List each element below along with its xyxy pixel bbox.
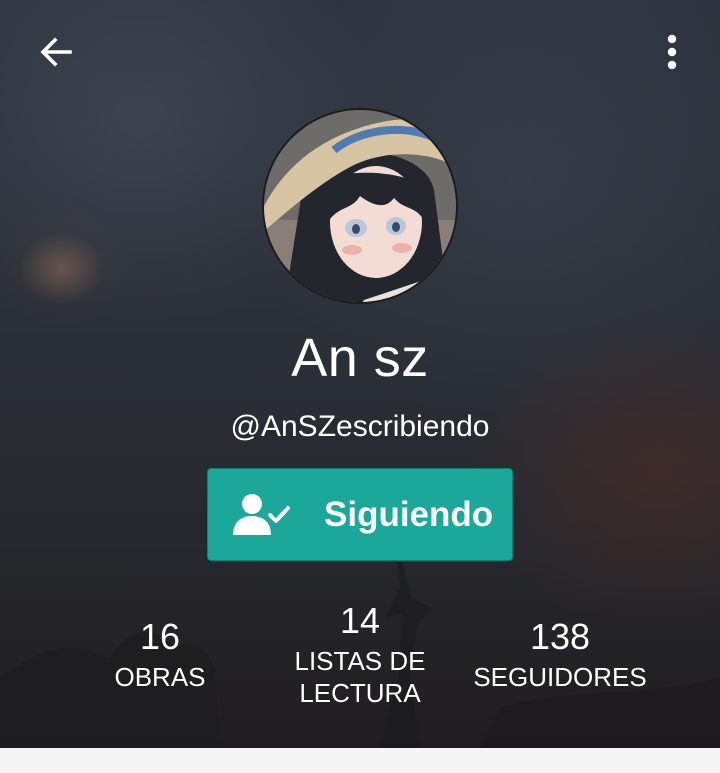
stat-followers[interactable]: 138 SEGUIDORES — [450, 617, 670, 693]
profile-avatar[interactable] — [262, 108, 458, 304]
arrow-left-icon — [40, 37, 72, 67]
stat-works-count: 16 — [139, 616, 181, 657]
following-button-label: Siguiendo — [324, 495, 494, 534]
avatar-image — [264, 110, 456, 302]
stat-works[interactable]: 16 OBRAS — [50, 617, 270, 693]
stat-reading-lists[interactable]: 14 LISTAS DE LECTURA — [250, 601, 470, 709]
stat-reading-lists-count: 14 — [339, 600, 381, 641]
user-check-icon — [233, 494, 290, 535]
profile-header: An sz @AnSZescribiendo Siguiendo 16 OBRA… — [0, 0, 720, 748]
stat-works-label: OBRAS — [114, 662, 206, 692]
profile-username: @AnSZescribiendo — [230, 410, 490, 443]
profile-display-name: An sz — [291, 328, 429, 388]
following-button[interactable]: Siguiendo — [207, 468, 513, 561]
content-area-edge — [0, 748, 720, 773]
overflow-menu-button[interactable] — [644, 24, 700, 80]
stat-reading-lists-label: LISTAS DE LECTURA — [294, 646, 426, 708]
stat-followers-count: 138 — [529, 616, 591, 657]
stat-followers-label: SEGUIDORES — [473, 662, 647, 692]
back-button[interactable] — [28, 24, 84, 80]
more-vertical-icon — [667, 34, 677, 70]
